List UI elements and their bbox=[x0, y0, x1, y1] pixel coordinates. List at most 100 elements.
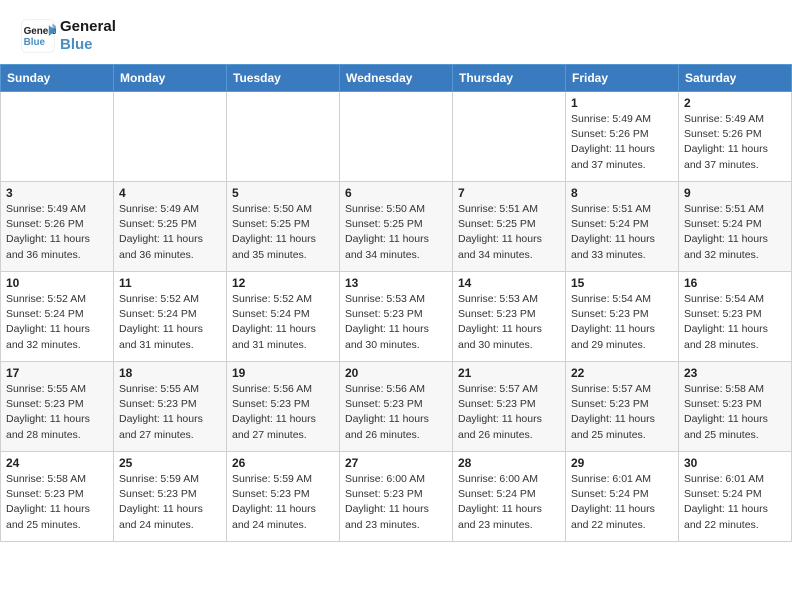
calendar-cell bbox=[1, 92, 114, 182]
day-number: 20 bbox=[345, 366, 447, 380]
day-info: Sunrise: 5:56 AMSunset: 5:23 PMDaylight:… bbox=[232, 382, 334, 443]
day-info: Sunrise: 5:52 AMSunset: 5:24 PMDaylight:… bbox=[6, 292, 108, 353]
weekday-thursday: Thursday bbox=[453, 65, 566, 92]
calendar-cell: 13 Sunrise: 5:53 AMSunset: 5:23 PMDayligh… bbox=[340, 272, 453, 362]
day-number: 3 bbox=[6, 186, 108, 200]
day-info: Sunrise: 5:52 AMSunset: 5:24 PMDaylight:… bbox=[119, 292, 221, 353]
day-info: Sunrise: 5:51 AMSunset: 5:24 PMDaylight:… bbox=[571, 202, 673, 263]
calendar-cell: 5 Sunrise: 5:50 AMSunset: 5:25 PMDaylight… bbox=[227, 182, 340, 272]
calendar-cell: 9Sunrise: 5:51 AMSunset: 5:24 PMDaylight… bbox=[679, 182, 792, 272]
weekday-friday: Friday bbox=[566, 65, 679, 92]
logo-icon: General Blue bbox=[20, 18, 56, 54]
week-row-4: 17 Sunrise: 5:55 AMSunset: 5:23 PMDayligh… bbox=[1, 362, 792, 452]
day-number: 17 bbox=[6, 366, 108, 380]
day-number: 1 bbox=[571, 96, 673, 110]
calendar-cell: 10 Sunrise: 5:52 AMSunset: 5:24 PMDayligh… bbox=[1, 272, 114, 362]
day-info: Sunrise: 5:50 AMSunset: 5:25 PMDaylight:… bbox=[232, 202, 334, 263]
calendar-cell: 2 Sunrise: 5:49 AMSunset: 5:26 PMDaylight… bbox=[679, 92, 792, 182]
day-info: Sunrise: 6:01 AMSunset: 5:24 PMDaylight:… bbox=[571, 472, 673, 533]
calendar-cell: 23Sunrise: 5:58 AMSunset: 5:23 PMDayligh… bbox=[679, 362, 792, 452]
calendar-cell bbox=[114, 92, 227, 182]
week-row-5: 24Sunrise: 5:58 AMSunset: 5:23 PMDayligh… bbox=[1, 452, 792, 542]
calendar-cell: 16 Sunrise: 5:54 AMSunset: 5:23 PMDayligh… bbox=[679, 272, 792, 362]
day-info: Sunrise: 5:57 AMSunset: 5:23 PMDaylight:… bbox=[458, 382, 560, 443]
calendar-cell: 3 Sunrise: 5:49 AMSunset: 5:26 PMDaylight… bbox=[1, 182, 114, 272]
day-info: Sunrise: 5:49 AMSunset: 5:26 PMDaylight:… bbox=[571, 112, 673, 173]
calendar-cell: 25 Sunrise: 5:59 AMSunset: 5:23 PMDayligh… bbox=[114, 452, 227, 542]
day-number: 2 bbox=[684, 96, 786, 110]
day-number: 19 bbox=[232, 366, 334, 380]
calendar-cell bbox=[453, 92, 566, 182]
day-number: 21 bbox=[458, 366, 560, 380]
day-number: 25 bbox=[119, 456, 221, 470]
calendar-cell: 26 Sunrise: 5:59 AMSunset: 5:23 PMDayligh… bbox=[227, 452, 340, 542]
week-row-2: 3 Sunrise: 5:49 AMSunset: 5:26 PMDaylight… bbox=[1, 182, 792, 272]
day-info: Sunrise: 6:01 AMSunset: 5:24 PMDaylight:… bbox=[684, 472, 786, 533]
day-info: Sunrise: 5:55 AMSunset: 5:23 PMDaylight:… bbox=[119, 382, 221, 443]
calendar-cell: 15Sunrise: 5:54 AMSunset: 5:23 PMDayligh… bbox=[566, 272, 679, 362]
day-info: Sunrise: 5:52 AMSunset: 5:24 PMDaylight:… bbox=[232, 292, 334, 353]
calendar-cell: 20 Sunrise: 5:56 AMSunset: 5:23 PMDayligh… bbox=[340, 362, 453, 452]
logo: General Blue GeneralBlue bbox=[20, 18, 116, 54]
calendar-cell: 6Sunrise: 5:50 AMSunset: 5:25 PMDaylight… bbox=[340, 182, 453, 272]
day-number: 10 bbox=[6, 276, 108, 290]
calendar-cell: 27Sunrise: 6:00 AMSunset: 5:23 PMDayligh… bbox=[340, 452, 453, 542]
calendar-cell: 29 Sunrise: 6:01 AMSunset: 5:24 PMDayligh… bbox=[566, 452, 679, 542]
weekday-monday: Monday bbox=[114, 65, 227, 92]
weekday-saturday: Saturday bbox=[679, 65, 792, 92]
day-number: 4 bbox=[119, 186, 221, 200]
header: General Blue GeneralBlue bbox=[0, 0, 792, 64]
day-number: 28 bbox=[458, 456, 560, 470]
day-info: Sunrise: 5:53 AMSunset: 5:23 PMDaylight:… bbox=[458, 292, 560, 353]
day-number: 30 bbox=[684, 456, 786, 470]
calendar-cell: 22Sunrise: 5:57 AMSunset: 5:23 PMDayligh… bbox=[566, 362, 679, 452]
calendar-cell: 18Sunrise: 5:55 AMSunset: 5:23 PMDayligh… bbox=[114, 362, 227, 452]
weekday-wednesday: Wednesday bbox=[340, 65, 453, 92]
day-info: Sunrise: 5:49 AMSunset: 5:25 PMDaylight:… bbox=[119, 202, 221, 263]
calendar-cell: 21 Sunrise: 5:57 AMSunset: 5:23 PMDayligh… bbox=[453, 362, 566, 452]
calendar-cell: 7 Sunrise: 5:51 AMSunset: 5:25 PMDaylight… bbox=[453, 182, 566, 272]
svg-text:Blue: Blue bbox=[24, 37, 46, 48]
calendar-cell: 30 Sunrise: 6:01 AMSunset: 5:24 PMDayligh… bbox=[679, 452, 792, 542]
day-info: Sunrise: 5:51 AMSunset: 5:24 PMDaylight:… bbox=[684, 202, 786, 263]
day-number: 12 bbox=[232, 276, 334, 290]
day-number: 27 bbox=[345, 456, 447, 470]
day-info: Sunrise: 6:00 AMSunset: 5:24 PMDaylight:… bbox=[458, 472, 560, 533]
calendar-cell: 19 Sunrise: 5:56 AMSunset: 5:23 PMDayligh… bbox=[227, 362, 340, 452]
calendar-cell bbox=[340, 92, 453, 182]
calendar-cell: 24Sunrise: 5:58 AMSunset: 5:23 PMDayligh… bbox=[1, 452, 114, 542]
calendar-cell bbox=[227, 92, 340, 182]
day-info: Sunrise: 5:56 AMSunset: 5:23 PMDaylight:… bbox=[345, 382, 447, 443]
day-info: Sunrise: 5:50 AMSunset: 5:25 PMDaylight:… bbox=[345, 202, 447, 263]
day-info: Sunrise: 5:58 AMSunset: 5:23 PMDaylight:… bbox=[6, 472, 108, 533]
calendar-cell: 11 Sunrise: 5:52 AMSunset: 5:24 PMDayligh… bbox=[114, 272, 227, 362]
calendar-cell: 8Sunrise: 5:51 AMSunset: 5:24 PMDaylight… bbox=[566, 182, 679, 272]
weekday-sunday: Sunday bbox=[1, 65, 114, 92]
calendar-cell: 28 Sunrise: 6:00 AMSunset: 5:24 PMDayligh… bbox=[453, 452, 566, 542]
calendar-cell: 17 Sunrise: 5:55 AMSunset: 5:23 PMDayligh… bbox=[1, 362, 114, 452]
day-number: 14 bbox=[458, 276, 560, 290]
day-info: Sunrise: 5:49 AMSunset: 5:26 PMDaylight:… bbox=[6, 202, 108, 263]
page: General Blue GeneralBlue SundayMondayTue… bbox=[0, 0, 792, 542]
day-number: 13 bbox=[345, 276, 447, 290]
day-info: Sunrise: 5:53 AMSunset: 5:23 PMDaylight:… bbox=[345, 292, 447, 353]
day-number: 29 bbox=[571, 456, 673, 470]
day-info: Sunrise: 5:57 AMSunset: 5:23 PMDaylight:… bbox=[571, 382, 673, 443]
day-info: Sunrise: 5:59 AMSunset: 5:23 PMDaylight:… bbox=[232, 472, 334, 533]
day-info: Sunrise: 5:49 AMSunset: 5:26 PMDaylight:… bbox=[684, 112, 786, 173]
day-info: Sunrise: 5:59 AMSunset: 5:23 PMDaylight:… bbox=[119, 472, 221, 533]
day-info: Sunrise: 5:51 AMSunset: 5:25 PMDaylight:… bbox=[458, 202, 560, 263]
day-number: 5 bbox=[232, 186, 334, 200]
day-number: 26 bbox=[232, 456, 334, 470]
day-number: 15 bbox=[571, 276, 673, 290]
calendar-table: SundayMondayTuesdayWednesdayThursdayFrid… bbox=[0, 64, 792, 542]
day-info: Sunrise: 5:55 AMSunset: 5:23 PMDaylight:… bbox=[6, 382, 108, 443]
day-number: 7 bbox=[458, 186, 560, 200]
week-row-1: 1 Sunrise: 5:49 AMSunset: 5:26 PMDaylight… bbox=[1, 92, 792, 182]
day-info: Sunrise: 5:54 AMSunset: 5:23 PMDaylight:… bbox=[684, 292, 786, 353]
calendar-cell: 14 Sunrise: 5:53 AMSunset: 5:23 PMDayligh… bbox=[453, 272, 566, 362]
calendar-cell: 1 Sunrise: 5:49 AMSunset: 5:26 PMDaylight… bbox=[566, 92, 679, 182]
day-number: 11 bbox=[119, 276, 221, 290]
week-row-3: 10 Sunrise: 5:52 AMSunset: 5:24 PMDayligh… bbox=[1, 272, 792, 362]
day-number: 16 bbox=[684, 276, 786, 290]
